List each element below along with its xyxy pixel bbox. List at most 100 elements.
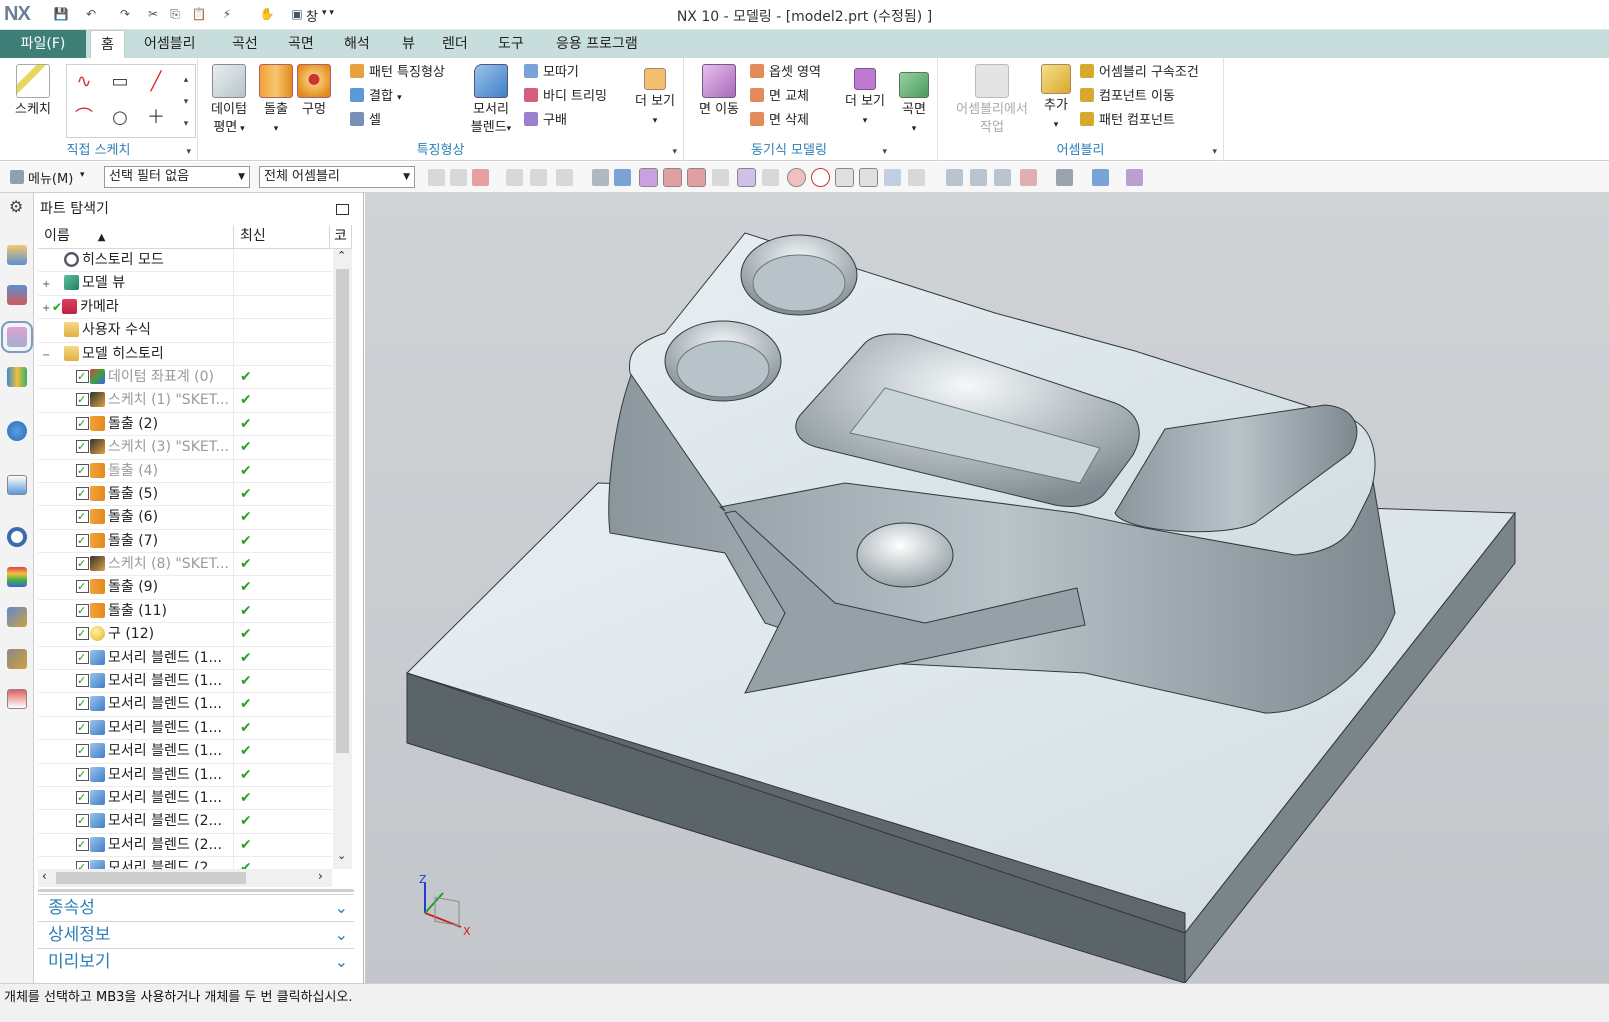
draft-button[interactable]: 구배 [524,110,567,132]
snap-icon[interactable] [530,169,547,186]
render-style-icon[interactable] [1056,169,1073,186]
constraint-navigator-icon[interactable] [7,285,27,305]
feature-more-button[interactable]: 더 보기 ▾ [630,68,680,130]
edge-blend-button[interactable]: 모서리 블렌드▾ [464,64,518,138]
orient-view-icon[interactable] [1020,169,1037,186]
chamfer-button[interactable]: 모따기 [524,62,579,84]
tree-row[interactable]: 돌출 (2) ✔ [38,412,332,437]
visibility-checkbox[interactable] [76,366,89,388]
rectangle-select-icon[interactable] [556,169,573,186]
line-icon[interactable]: ╱ [143,69,169,95]
column-header-comment[interactable]: 코 [330,225,352,249]
sketch-button[interactable]: 스케치 [8,64,58,119]
tree-row[interactable]: 모서리 블렌드 (1... ✔ [38,693,332,717]
tree-row[interactable]: 모서리 블렌드 (1... ✔ [38,763,332,787]
edit-section-icon[interactable] [1126,169,1143,186]
expand-toggle-icon[interactable]: − [42,344,52,366]
visibility-checkbox[interactable] [76,553,89,575]
visibility-checkbox[interactable] [76,764,89,786]
visibility-checkbox[interactable] [76,576,89,598]
visibility-checkbox[interactable] [76,857,89,869]
visibility-checkbox[interactable] [76,389,89,411]
gallery-more-icon[interactable]: ▾ [173,111,199,137]
pattern-component-button[interactable]: 패턴 컴포넌트 [1080,110,1175,132]
tree-row[interactable]: 모서리 블렌드 (1... ✔ [38,716,332,741]
tree-row[interactable]: 스케치 (8) "SKET... ✔ [38,553,332,577]
tree-row[interactable]: 돌출 (9) ✔ [38,576,332,600]
zoom-icon[interactable] [970,169,987,186]
replace-face-button[interactable]: 면 교체 [750,86,809,108]
visibility-checkbox[interactable] [76,460,89,482]
splitter[interactable] [38,889,354,892]
visibility-checkbox[interactable] [76,436,89,458]
point-on-face-icon[interactable] [884,169,901,186]
visibility-checkbox[interactable] [76,413,89,435]
point-on-curve-icon[interactable] [859,168,878,187]
visibility-checkbox[interactable] [76,647,89,669]
shaded-icon[interactable] [1092,169,1109,186]
arc-center-icon[interactable] [787,168,806,187]
move-face-button[interactable]: 면 이동 [694,64,744,119]
control-point-icon[interactable] [712,169,729,186]
tree-row[interactable]: 돌출 (11) ✔ [38,599,332,624]
pattern-feature-button[interactable]: 패턴 특징형상 [350,62,445,84]
selection-filter-dropdown[interactable]: 선택 필터 없음 ▼ [104,166,250,188]
visibility-checkbox[interactable] [76,670,89,692]
endpoint-icon[interactable] [663,168,682,187]
expand-toggle-icon[interactable]: + [42,273,52,295]
tab-analysis[interactable]: 해석 [334,30,380,58]
process-studio-icon[interactable] [7,607,27,627]
tree-row[interactable]: 모서리 블렌드 (1... ✔ [38,786,332,811]
scrollbar-thumb[interactable] [336,269,349,753]
maximize-icon[interactable] [336,204,349,215]
delete-face-button[interactable]: 면 삭제 [750,110,809,132]
panel-preview[interactable]: 미리보기 ⌄ [38,948,354,975]
tree-row[interactable]: 사용자 수식 [38,319,332,343]
rectangle-icon[interactable]: ▭ [107,69,133,95]
reuse-library-icon[interactable] [7,367,27,387]
tab-applications[interactable]: 응용 프로그램 [546,30,648,58]
tree-row[interactable]: 돌출 (7) ✔ [38,529,332,554]
tree-row[interactable]: 구 (12) ✔ [38,623,332,647]
tree-row[interactable]: 모서리 블렌드 (1... ✔ [38,740,332,764]
visibility-checkbox[interactable] [76,834,89,856]
visibility-checkbox[interactable] [76,483,89,505]
snap-point-icon[interactable] [639,168,658,187]
tree-row[interactable]: 돌출 (6) ✔ [38,506,332,530]
point-icon[interactable]: ＋ [143,105,169,131]
tree-row[interactable]: + ✔ 카메라 [38,295,332,320]
face-select-icon[interactable] [614,169,631,186]
surface-button[interactable]: 곡면 ▾ [894,72,934,138]
quadrant-icon[interactable] [811,168,830,187]
system-materials-icon[interactable] [7,567,27,587]
visibility-checkbox[interactable] [76,717,89,739]
visibility-checkbox[interactable] [76,600,89,622]
scroll-right-icon[interactable]: › [318,869,323,883]
tab-file[interactable]: 파일(F) [0,30,86,58]
roles-icon[interactable] [7,689,27,709]
trim-body-button[interactable]: 바디 트리밍 [524,86,607,108]
tab-home[interactable]: 홈 [90,30,125,59]
filter-icon[interactable] [428,169,445,186]
manufacturing-wizard-icon[interactable] [7,649,27,669]
group-options-icon[interactable]: ▾ [882,147,887,157]
group-options-icon[interactable]: ▾ [1212,147,1217,157]
extrude-button[interactable]: 돌출 ▾ [256,64,296,138]
shell-button[interactable]: 셀 [350,110,381,132]
scroll-up-icon[interactable]: ⌃ [337,249,346,262]
tree-row[interactable]: 돌출 (5) ✔ [38,482,332,507]
scope-dropdown[interactable]: 전체 어셈블리 ▼ [259,166,415,188]
assembly-navigator-icon[interactable] [7,245,27,265]
datum-plane-button[interactable]: 데이텀 평면 ▾ [206,64,252,138]
intersection-icon[interactable] [737,168,756,187]
scroll-down-icon[interactable]: ⌄ [337,849,346,862]
visibility-checkbox[interactable] [76,740,89,762]
tab-tools[interactable]: 도구 [488,30,534,58]
circle-icon[interactable]: ○ [107,105,133,131]
snap-icon[interactable] [506,169,523,186]
fit-view-icon[interactable] [946,169,963,186]
visibility-checkbox[interactable] [76,693,89,715]
tree-horizontal-scrollbar[interactable]: ‹ › [38,869,332,887]
tree-row[interactable]: 모서리 블렌드 (1... ✔ [38,646,332,671]
column-header-name[interactable]: 이름 ▲ [38,225,234,249]
